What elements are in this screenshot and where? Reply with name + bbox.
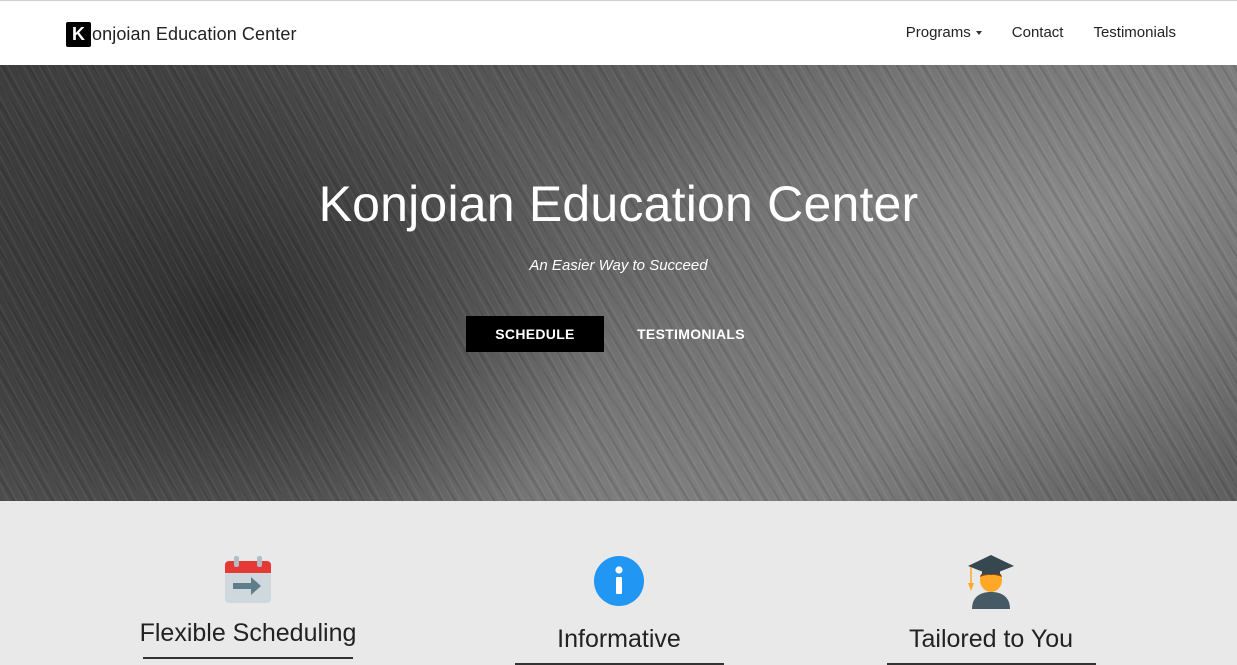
hero-title: Konjoian Education Center bbox=[318, 176, 919, 232]
features-section: Flexible Scheduling Informative Tailored… bbox=[0, 501, 1237, 665]
brand-logo: K bbox=[66, 22, 91, 47]
graduate-icon bbox=[968, 555, 1014, 609]
navbar: K onjoian Education Center Programs Cont… bbox=[0, 0, 1237, 65]
info-icon bbox=[594, 556, 644, 606]
feature-title: Tailored to You bbox=[908, 625, 1074, 653]
calendar-icon bbox=[225, 556, 271, 603]
testimonials-button[interactable]: TESTIMONIALS bbox=[622, 316, 760, 352]
feature-title: Flexible Scheduling bbox=[139, 619, 357, 647]
caret-down-icon bbox=[975, 30, 982, 35]
feature-title: Informative bbox=[557, 625, 681, 653]
hero-banner: Konjoian Education Center An Easier Way … bbox=[0, 65, 1237, 501]
nav-programs-dropdown[interactable]: Programs bbox=[906, 24, 982, 41]
nav-contact[interactable]: Contact bbox=[1012, 24, 1064, 41]
feature-underline bbox=[143, 657, 353, 659]
schedule-button[interactable]: SCHEDULE bbox=[466, 316, 604, 352]
nav-programs-label: Programs bbox=[905, 24, 971, 41]
brand-name: onjoian Education Center bbox=[92, 24, 297, 44]
hero-tagline: An Easier Way to Succeed bbox=[529, 257, 708, 274]
nav-testimonials[interactable]: Testimonials bbox=[1093, 24, 1176, 41]
nav-links: Programs Contact Testimonials bbox=[876, 24, 1176, 41]
brand-link[interactable]: K onjoian Education Center bbox=[66, 22, 297, 47]
